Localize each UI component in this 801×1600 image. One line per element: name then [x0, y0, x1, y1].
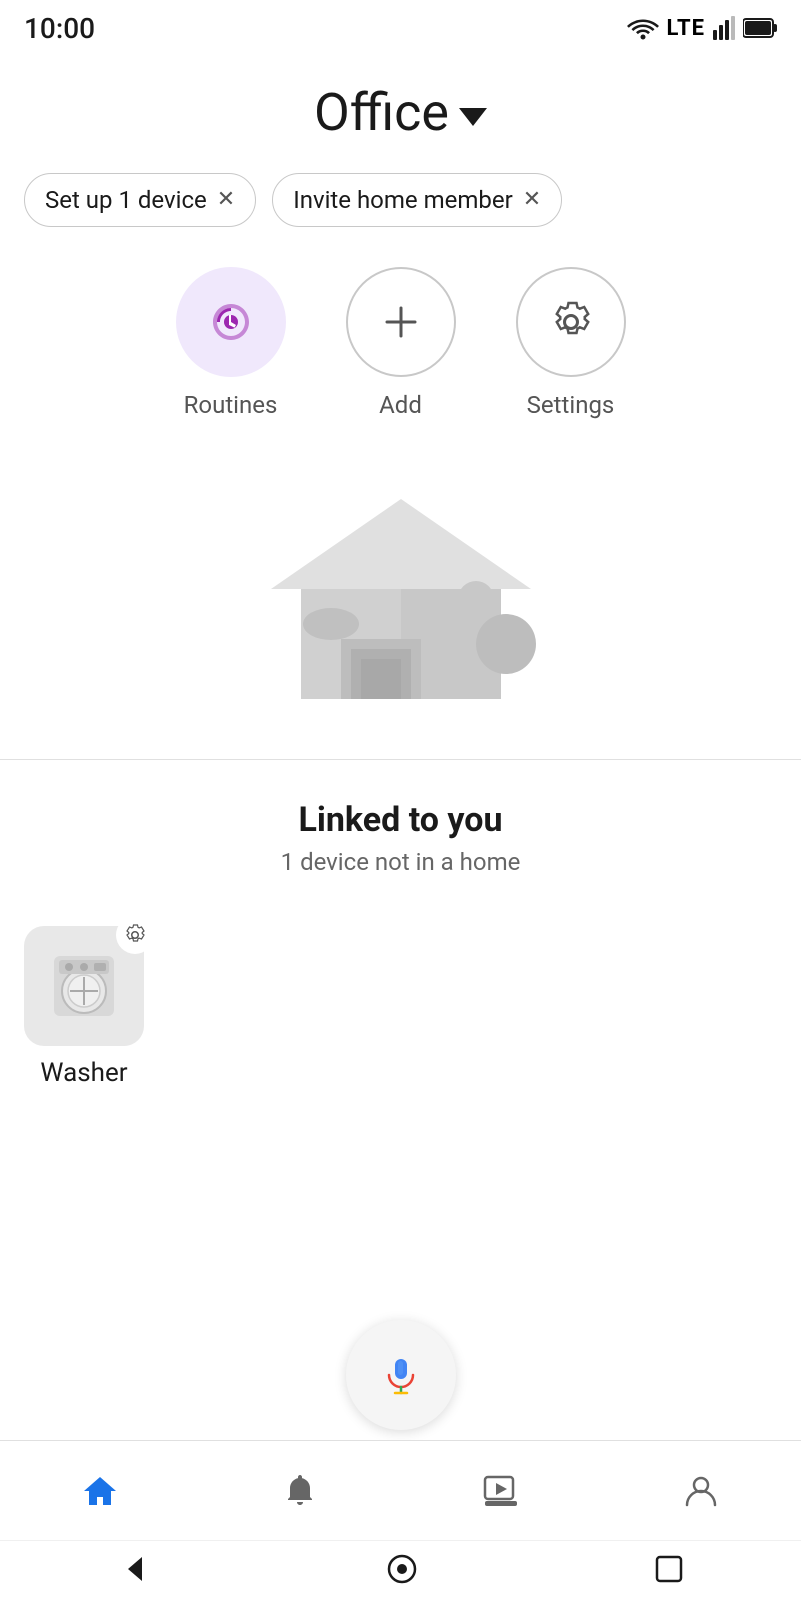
wifi-icon [627, 16, 659, 40]
home-nav-icon [80, 1471, 120, 1511]
home-title[interactable]: Office [314, 82, 487, 143]
invite-chip[interactable]: Invite home member ✕ [272, 173, 562, 227]
microphone-icon [379, 1353, 423, 1397]
setup-chip[interactable]: Set up 1 device ✕ [24, 173, 256, 227]
status-bar: 10:00 LTE [0, 0, 801, 52]
actions-row: Routines Add Settings [0, 247, 801, 449]
lte-icon: LTE [667, 16, 705, 41]
mic-button[interactable] [346, 1320, 456, 1430]
linked-section: Linked to you 1 device not in a home [0, 760, 801, 896]
header[interactable]: Office [0, 52, 801, 163]
bell-icon [280, 1471, 320, 1511]
invite-chip-label: Invite home member [293, 186, 513, 214]
home-title-text: Office [314, 82, 449, 143]
settings-circle [516, 267, 626, 377]
dropdown-arrow-icon [459, 108, 487, 126]
linked-subtitle: 1 device not in a home [32, 848, 769, 876]
status-icons: LTE [627, 16, 777, 41]
recents-button[interactable] [655, 1555, 683, 1587]
back-button[interactable] [118, 1553, 150, 1589]
washer-icon-wrapper [24, 926, 144, 1046]
washer-device-card[interactable]: Washer [24, 926, 144, 1088]
chips-row: Set up 1 device ✕ Invite home member ✕ [0, 163, 801, 247]
battery-icon [743, 16, 777, 40]
add-circle [346, 267, 456, 377]
back-icon [118, 1553, 150, 1585]
routines-label: Routines [184, 391, 278, 419]
routines-button[interactable]: Routines [176, 267, 286, 419]
settings-label: Settings [527, 391, 615, 419]
empty-home-graphic [241, 469, 561, 729]
washer-settings-icon [123, 923, 147, 947]
setup-chip-label: Set up 1 device [45, 186, 207, 214]
home-circle-icon [386, 1553, 418, 1585]
invite-chip-close-icon[interactable]: ✕ [523, 189, 541, 211]
routines-icon [205, 296, 257, 348]
nav-notifications[interactable] [280, 1471, 320, 1511]
mic-area [0, 1300, 801, 1440]
home-button[interactable] [386, 1553, 418, 1589]
status-time: 10:00 [24, 12, 95, 45]
bottom-nav [0, 1440, 801, 1540]
settings-icon [548, 299, 594, 345]
routines-circle [176, 267, 286, 377]
washer-appliance-icon [44, 946, 124, 1026]
washer-settings-badge [116, 916, 154, 954]
washer-label: Washer [40, 1058, 127, 1088]
linked-title: Linked to you [32, 800, 769, 840]
nav-media[interactable] [481, 1471, 521, 1511]
account-icon [681, 1471, 721, 1511]
add-label: Add [379, 391, 422, 419]
recents-icon [655, 1555, 683, 1583]
nav-account[interactable] [681, 1471, 721, 1511]
signal-icon [713, 16, 735, 40]
add-icon [379, 300, 423, 344]
system-nav [0, 1540, 801, 1600]
house-illustration [0, 449, 801, 759]
add-button[interactable]: Add [346, 267, 456, 419]
devices-grid: Washer [0, 896, 801, 1108]
setup-chip-close-icon[interactable]: ✕ [217, 189, 235, 211]
nav-home[interactable] [80, 1471, 120, 1511]
media-icon [481, 1471, 521, 1511]
settings-button[interactable]: Settings [516, 267, 626, 419]
